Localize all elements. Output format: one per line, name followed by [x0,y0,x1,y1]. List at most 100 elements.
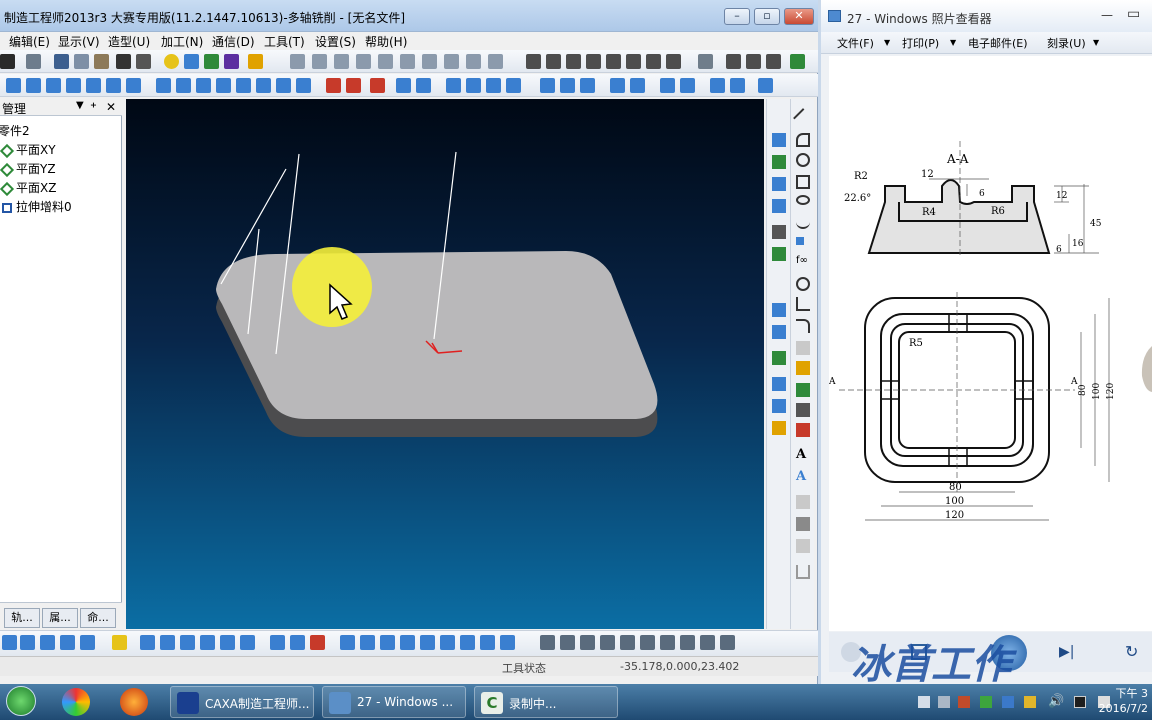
view-icon-1[interactable] [290,54,305,69]
menu-help[interactable]: 帮助(H) [365,33,407,50]
eraser-icon[interactable] [112,635,127,650]
shade-icon-5[interactable] [606,54,621,69]
vtool-disabled-icon-5[interactable] [796,565,810,579]
paste-icon[interactable] [94,54,109,69]
vtool-disabled-icon-3[interactable] [796,517,810,531]
tray-icon-5[interactable] [1002,696,1014,708]
surface-tool-icon-7[interactable] [156,78,171,93]
btool-icon-5[interactable] [80,635,95,650]
btool-icon-30[interactable] [660,635,675,650]
btool-icon-11[interactable] [240,635,255,650]
trim-icon[interactable] [796,361,810,375]
surface-tool-icon-2[interactable] [46,78,61,93]
btool-icon-33[interactable] [720,635,735,650]
vtool-icon-9[interactable] [772,351,786,365]
tree-item-plane-yz[interactable]: 平面YZ [0,160,56,177]
surface-tool-icon-3[interactable] [66,78,81,93]
btool-icon-17[interactable] [380,635,395,650]
view-icon-7[interactable] [422,54,437,69]
break-icon[interactable] [796,403,810,417]
feature-tool-icon-4[interactable] [396,78,411,93]
feature-tool-icon-7[interactable] [466,78,481,93]
tray-icon-1[interactable] [918,696,930,708]
polygon-icon[interactable] [796,277,810,291]
surface-tool-icon-4[interactable] [86,78,101,93]
btool-icon-12[interactable] [270,635,285,650]
property-icon[interactable] [224,54,239,69]
viewer-menu-burn[interactable]: 刻录(U) [1047,35,1086,51]
feature-tool-icon-19[interactable] [758,78,773,93]
btool-icon-13[interactable] [290,635,305,650]
view-icon-2[interactable] [312,54,327,69]
btool-icon-8[interactable] [180,635,195,650]
minimize-button[interactable]: – [724,8,750,25]
tray-icon-7[interactable] [1074,696,1086,708]
vtool-disabled-icon-2[interactable] [796,495,810,509]
tool-icon-3[interactable] [746,54,761,69]
btool-icon-29[interactable] [640,635,655,650]
feature-tool-icon-17[interactable] [710,78,725,93]
view-icon-3[interactable] [334,54,349,69]
viewer-maximize-button[interactable]: ▭ [1127,6,1140,22]
tab-property[interactable]: 属... [42,608,78,628]
viewer-menu-email[interactable]: 电子邮件(E) [968,35,1028,51]
shade-icon-7[interactable] [646,54,661,69]
tool-icon-5[interactable] [790,54,805,69]
menu-tools[interactable]: 工具(T) [264,33,305,50]
btool-icon-21[interactable] [460,635,475,650]
task-recorder[interactable]: C 录制中... [474,686,618,718]
shade-icon-2[interactable] [546,54,561,69]
menu-settings[interactable]: 设置(S) [315,33,356,50]
spline-icon[interactable] [796,215,810,229]
surface-tool-icon-10[interactable] [216,78,231,93]
3d-viewport[interactable] [126,99,764,629]
vtool-icon-2[interactable] [772,155,786,169]
tray-icon-6[interactable] [1024,696,1036,708]
viewer-minimize-button[interactable]: — [1101,8,1113,22]
tool-icon-2[interactable] [726,54,741,69]
feature-tool-icon-15[interactable] [660,78,675,93]
feature-tool-icon-5[interactable] [416,78,431,93]
surface-tool-icon-11[interactable] [236,78,251,93]
btool-icon-32[interactable] [700,635,715,650]
tree-root[interactable]: 零件2 [0,122,30,139]
formula-curve-icon[interactable]: f∞ [796,255,810,269]
viewer-menu-print[interactable]: 打印(P) [902,35,939,51]
point-icon[interactable] [796,237,804,245]
menu-modeling[interactable]: 造型(U) [108,33,150,50]
tray-icon-2[interactable] [938,696,950,708]
tree-item-plane-xy[interactable]: 平面XY [0,141,56,158]
btool-icon-22[interactable] [480,635,495,650]
panel-dropdown-icon[interactable]: ▼ [76,100,84,111]
feature-tool-icon-10[interactable] [540,78,555,93]
feature-tool-icon-9[interactable] [506,78,521,93]
vtool-icon-10[interactable] [772,377,786,391]
cut-icon[interactable] [54,54,69,69]
next-icon[interactable]: ▶| [1059,644,1074,660]
vtool-icon-11[interactable] [772,399,786,413]
shade-icon-4[interactable] [586,54,601,69]
shade-icon-1[interactable] [526,54,541,69]
ellipse-icon[interactable] [796,195,810,205]
surface-tool-icon-6[interactable] [126,78,141,93]
btool-icon-2[interactable] [20,635,35,650]
btool-icon-14[interactable] [310,635,325,650]
shade-icon-3[interactable] [566,54,581,69]
volume-icon[interactable]: 🔊 [1048,694,1064,709]
tab-command[interactable]: 命... [80,608,116,628]
btool-icon-9[interactable] [200,635,215,650]
btool-icon-10[interactable] [220,635,235,650]
rotate-icon[interactable]: ↻ [1125,642,1138,661]
arc-icon[interactable] [796,133,810,147]
btool-icon-28[interactable] [620,635,635,650]
btool-icon-31[interactable] [680,635,695,650]
offset-icon[interactable] [796,297,810,311]
vtool-icon-8[interactable] [772,325,786,339]
tab-trajectory[interactable]: 轨... [4,608,40,628]
surface-tool-icon-14[interactable] [296,78,311,93]
start-button[interactable] [6,686,36,716]
feature-tool-icon-16[interactable] [680,78,695,93]
btool-icon-26[interactable] [580,635,595,650]
view-icon-6[interactable] [400,54,415,69]
filter-icon[interactable] [204,54,219,69]
